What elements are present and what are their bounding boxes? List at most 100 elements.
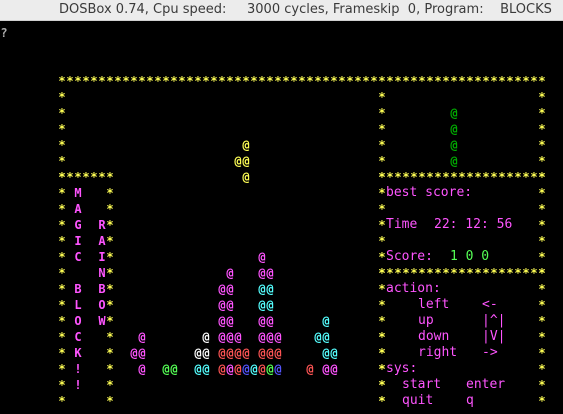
score-label: Score: bbox=[386, 249, 433, 264]
border-star: * bbox=[378, 282, 386, 296]
sys-label: sys: bbox=[386, 361, 418, 376]
border-star: * bbox=[514, 266, 522, 280]
border-star: * bbox=[386, 266, 394, 280]
control-left-name: left bbox=[418, 297, 450, 312]
border-star: * bbox=[514, 170, 522, 184]
border-star: * bbox=[106, 170, 114, 184]
border-star: * bbox=[378, 298, 386, 312]
border-star: * bbox=[378, 250, 386, 264]
border-star: * bbox=[58, 314, 66, 328]
border-star: * bbox=[530, 170, 538, 184]
settled-block: @ bbox=[322, 362, 330, 376]
border-star: * bbox=[354, 74, 362, 88]
border-star: * bbox=[58, 298, 66, 312]
border-star: * bbox=[474, 74, 482, 88]
border-star: * bbox=[538, 362, 546, 376]
dos-screen[interactable]: ? * * * * * * * * * * * * * * * * * * * * * * * * * * * * * * * * * * * * * *… bbox=[0, 21, 563, 414]
border-star: * bbox=[490, 266, 498, 280]
border-star: * bbox=[58, 186, 66, 200]
border-star: * bbox=[106, 266, 114, 280]
settled-block: @ bbox=[266, 346, 274, 360]
border-star: * bbox=[210, 74, 218, 88]
control-up-key: |^| bbox=[482, 313, 506, 328]
border-star: * bbox=[378, 74, 386, 88]
side-letter: R bbox=[98, 218, 106, 232]
border-star: * bbox=[538, 282, 546, 296]
settled-block: @ bbox=[202, 362, 210, 376]
border-star: * bbox=[58, 170, 66, 184]
border-star: * bbox=[106, 394, 114, 408]
border-star: * bbox=[58, 378, 66, 392]
border-star: * bbox=[538, 106, 546, 120]
settled-block: @ bbox=[266, 266, 274, 280]
settled-block: @ bbox=[242, 362, 250, 376]
settled-block: @ bbox=[218, 282, 226, 296]
title-letter: O bbox=[74, 314, 82, 328]
action-label: action: bbox=[386, 281, 441, 296]
sys-quit-name: quit bbox=[402, 393, 434, 408]
border-star: * bbox=[378, 186, 386, 200]
border-star: * bbox=[378, 314, 386, 328]
border-star: * bbox=[538, 266, 546, 280]
border-star: * bbox=[474, 170, 482, 184]
settled-block: @ bbox=[258, 250, 266, 264]
border-star: * bbox=[442, 170, 450, 184]
border-star: * bbox=[410, 266, 418, 280]
border-star: * bbox=[386, 74, 394, 88]
border-star: * bbox=[258, 74, 266, 88]
border-star: * bbox=[250, 74, 258, 88]
settled-block: @ bbox=[274, 346, 282, 360]
settled-block: @ bbox=[226, 362, 234, 376]
settled-block: @ bbox=[258, 282, 266, 296]
border-star: * bbox=[530, 266, 538, 280]
border-star: * bbox=[306, 74, 314, 88]
border-star: * bbox=[498, 266, 506, 280]
border-star: * bbox=[58, 282, 66, 296]
border-star: * bbox=[298, 74, 306, 88]
border-star: * bbox=[434, 74, 442, 88]
border-star: * bbox=[82, 170, 90, 184]
border-star: * bbox=[402, 266, 410, 280]
border-star: * bbox=[426, 266, 434, 280]
border-star: * bbox=[538, 154, 546, 168]
border-star: * bbox=[114, 74, 122, 88]
border-star: * bbox=[426, 74, 434, 88]
border-star: * bbox=[394, 170, 402, 184]
border-star: * bbox=[482, 74, 490, 88]
border-star: * bbox=[58, 362, 66, 376]
border-star: * bbox=[66, 74, 74, 88]
border-star: * bbox=[498, 170, 506, 184]
border-star: * bbox=[386, 170, 394, 184]
border-star: * bbox=[490, 170, 498, 184]
border-star: * bbox=[242, 74, 250, 88]
border-star: * bbox=[466, 74, 474, 88]
border-star: * bbox=[442, 266, 450, 280]
border-star: * bbox=[522, 266, 530, 280]
border-star: * bbox=[514, 74, 522, 88]
title-letter: M bbox=[74, 186, 82, 200]
settled-block: @ bbox=[130, 346, 138, 360]
border-star: * bbox=[330, 74, 338, 88]
falling-block: @ bbox=[242, 170, 250, 184]
settled-block: @ bbox=[138, 330, 146, 344]
border-star: * bbox=[538, 138, 546, 152]
title-letter: C bbox=[74, 330, 82, 344]
border-star: * bbox=[106, 186, 114, 200]
settled-block: @ bbox=[162, 362, 170, 376]
border-star: * bbox=[106, 346, 114, 360]
border-star: * bbox=[58, 106, 66, 120]
control-down-name: down bbox=[418, 329, 450, 344]
border-star: * bbox=[474, 266, 482, 280]
border-star: * bbox=[442, 74, 450, 88]
border-star: * bbox=[458, 266, 466, 280]
border-star: * bbox=[450, 74, 458, 88]
border-star: * bbox=[98, 74, 106, 88]
border-star: * bbox=[146, 74, 154, 88]
cursor: ? bbox=[0, 26, 8, 40]
border-star: * bbox=[538, 202, 546, 216]
window-titlebar: DOSBox 0.74, Cpu speed: 3000 cycles, Fra… bbox=[0, 0, 563, 21]
border-star: * bbox=[418, 266, 426, 280]
side-letter: O bbox=[98, 298, 106, 312]
side-letter: A bbox=[98, 234, 106, 248]
settled-block: @ bbox=[218, 298, 226, 312]
